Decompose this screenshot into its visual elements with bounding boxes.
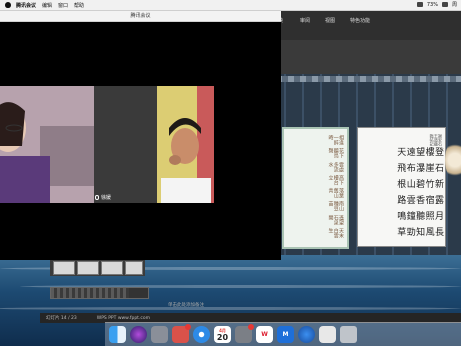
decor-flower	[445, 140, 461, 180]
slide-progress-bar[interactable]	[50, 287, 149, 299]
notification-badge	[185, 324, 191, 330]
slide-thumbnail[interactable]	[77, 261, 99, 275]
meeting-window-title: 腾讯会议	[0, 11, 281, 22]
menu-window[interactable]: 窗口	[58, 2, 68, 9]
macos-menubar: 腾讯会议 编辑 窗口 帮助 73% 周	[0, 0, 461, 11]
participant-1-video	[0, 86, 94, 203]
mail-icon[interactable]	[172, 324, 191, 343]
slide-progress-fill	[51, 288, 129, 298]
slide-counter: 幻灯片 14 / 23	[46, 316, 77, 321]
slide-thumbnail[interactable]	[53, 261, 75, 275]
video-tile-participant-3[interactable]	[157, 86, 214, 203]
video-tile-participant-1[interactable]	[0, 86, 94, 203]
apple-icon[interactable]	[5, 2, 11, 8]
launchpad-icon[interactable]	[151, 326, 168, 343]
menu-help[interactable]: 帮助	[74, 2, 84, 9]
ppt-tab-special[interactable]: 特色功能	[350, 17, 370, 24]
participant-3-video	[157, 86, 214, 203]
theme-label: WPS PPT www.fppt.com	[96, 315, 150, 321]
ppt-tab-review[interactable]: 审阅	[300, 17, 310, 24]
wps-icon[interactable]: W	[256, 326, 273, 343]
menu-app-name[interactable]: 腾讯会议	[16, 2, 36, 9]
menubar-status-area: 73% 周	[416, 1, 457, 8]
notes-placeholder[interactable]: 单击此处添加备注	[168, 302, 204, 308]
participant-name-tag: 徐媛	[95, 194, 111, 201]
slide-b-inscription: 謝安石王道蘊臨帖記	[429, 134, 443, 146]
slide-thumbnail[interactable]	[125, 261, 143, 275]
siri-icon[interactable]	[130, 326, 147, 343]
battery-percent[interactable]: 73%	[427, 2, 438, 8]
tencent-meeting-icon[interactable]: M	[277, 326, 294, 343]
wifi-icon[interactable]	[416, 2, 423, 7]
microphone-icon	[95, 195, 99, 200]
ppt-tab-view[interactable]: 视图	[325, 17, 335, 24]
menubar-clock[interactable]: 周	[452, 1, 457, 8]
slide-thumbnails	[50, 258, 145, 276]
safari-icon[interactable]	[193, 326, 210, 343]
trash-icon[interactable]	[340, 326, 357, 343]
calendar-icon[interactable]: 4月 20	[214, 326, 231, 343]
menu-edit[interactable]: 编辑	[42, 2, 52, 9]
finder-window-icon[interactable]	[319, 326, 336, 343]
battery-icon[interactable]	[441, 2, 448, 7]
calligraphy-text-b: 長風知勁草 月照聽鐘鳴 露宿香雲路 新竹碧山根 石崖瀑布飛 登樓望遠天 謝安石王…	[362, 134, 443, 242]
finder-icon[interactable]	[109, 326, 126, 343]
slide-calligraphy-a[interactable]: 天末白雲生 遙望石泉開 南山種豆苗 落葉舊山青 高下樓台立 雲處多流水 花下聽鳥…	[282, 127, 349, 249]
slide-calligraphy-b[interactable]: 長風知勁草 月照聽鐘鳴 露宿香雲路 新竹碧山根 石崖瀑布飛 登樓望遠天 謝安石王…	[357, 127, 446, 247]
slide-thumbnail[interactable]	[101, 261, 123, 275]
macos-dock: 4月 20 W M	[105, 322, 461, 346]
settings-icon[interactable]	[235, 324, 254, 343]
video-tile-participant-2[interactable]	[94, 86, 157, 203]
calligraphy-text-a: 天末白雲生 遙望石泉開 南山種豆苗 落葉舊山青 高下樓台立 雲處多流水 花下聽鳥…	[327, 135, 345, 238]
browser-icon[interactable]	[298, 326, 315, 343]
tencent-meeting-window: 腾讯会议 徐媛	[0, 11, 281, 260]
